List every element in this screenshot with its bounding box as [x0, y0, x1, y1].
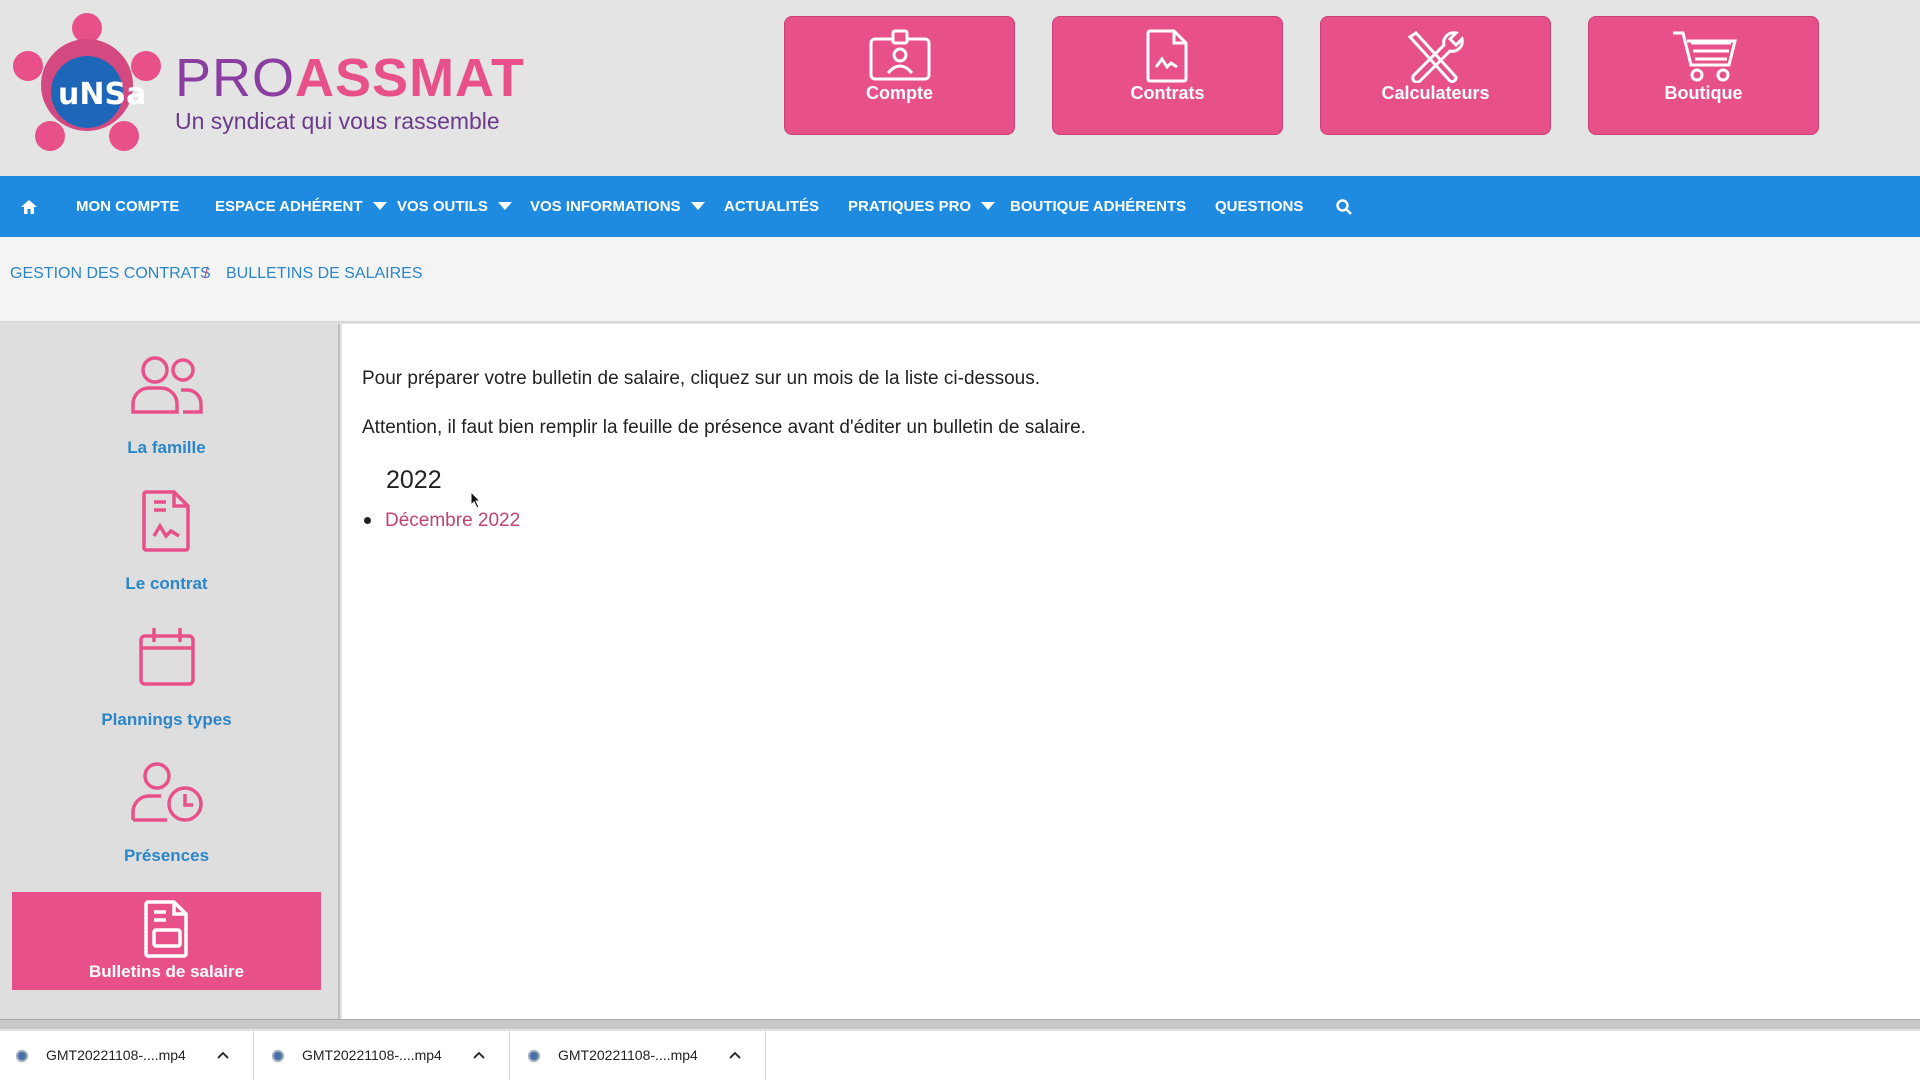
sidebar-item-famille[interactable]: La famille — [12, 350, 321, 457]
brand-assmat: ASSMAT — [295, 48, 526, 108]
nav-questions[interactable]: QUESTIONS — [1215, 176, 1303, 237]
breadcrumb-bulletins-salaires[interactable]: BULLETINS DE SALAIRES — [226, 265, 423, 283]
nav-espace-adherent[interactable]: ESPACE ADHÉRENT — [215, 176, 387, 237]
chevron-down-icon — [690, 202, 705, 211]
video-file-icon — [528, 1050, 540, 1062]
download-item[interactable]: GMT20221108-....mp4 — [0, 1031, 254, 1080]
sidebar-item-contrat[interactable]: Le contrat — [12, 486, 321, 593]
nav-vos-outils-label: VOS OUTILS — [397, 198, 488, 215]
sidebar-item-presences[interactable]: Présences — [12, 758, 321, 865]
horizontal-scrollbar[interactable] — [0, 1019, 1920, 1029]
nav-actualites-label: ACTUALITÉS — [724, 198, 819, 215]
brand-tagline: Un syndicat qui vous rassemble — [175, 108, 500, 134]
sidebar-item-famille-label: La famille — [127, 438, 206, 457]
main-navbar: MON COMPTE ESPACE ADHÉRENT VOS OUTILS VO… — [0, 176, 1920, 237]
brand: PROASSMAT Un syndicat qui vous rassemble — [175, 50, 525, 135]
breadcrumb: GESTION DES CONTRATS / BULLETINS DE SALA… — [0, 237, 1920, 323]
contract-document-icon — [1146, 29, 1187, 83]
tools-icon — [1407, 31, 1464, 83]
sidebar-item-plannings[interactable]: Plannings types — [12, 622, 321, 729]
calendar-icon — [138, 628, 195, 686]
breadcrumb-separator: / — [204, 265, 209, 282]
breadcrumb-gestion-contrats[interactable]: GESTION DES CONTRATS — [10, 265, 211, 283]
account-button[interactable]: Compte — [784, 16, 1015, 135]
id-badge-icon — [869, 29, 930, 81]
download-filename: GMT20221108-....mp4 — [302, 1047, 442, 1063]
downloads-bar: GMT20221108-....mp4 GMT20221108-....mp4 … — [0, 1030, 1920, 1080]
nav-questions-label: QUESTIONS — [1215, 198, 1304, 215]
sidebar-item-bulletins-label: Bulletins de salaire — [89, 962, 244, 981]
sidebar-item-presences-label: Présences — [123, 846, 210, 865]
nav-vos-informations-label: VOS INFORMATIONS — [530, 198, 681, 215]
payslip-icon — [143, 900, 188, 958]
chevron-up-icon[interactable] — [472, 1045, 486, 1065]
chevron-down-icon — [372, 202, 387, 211]
contracts-button[interactable]: Contrats — [1052, 16, 1283, 135]
nav-boutique-adherents[interactable]: BOUTIQUE ADHÉRENTS — [1010, 176, 1186, 237]
month-link-decembre-2022[interactable]: Décembre 2022 — [385, 510, 520, 531]
nav-vos-informations[interactable]: VOS INFORMATIONS — [530, 176, 705, 237]
intro-text: Pour préparer votre bulletin de salaire,… — [362, 368, 1040, 389]
download-item[interactable]: GMT20221108-....mp4 — [256, 1031, 510, 1080]
home-icon[interactable] — [20, 176, 38, 237]
cart-icon — [1672, 31, 1737, 82]
nav-pratiques-pro-label: PRATIQUES PRO — [848, 198, 972, 215]
sidebar-item-contrat-label: Le contrat — [125, 574, 208, 593]
main-content: Pour préparer votre bulletin de salaire,… — [342, 324, 1920, 1019]
shop-button-label: Boutique — [1664, 83, 1743, 103]
brand-pro: PRO — [175, 48, 296, 108]
chevron-up-icon[interactable] — [728, 1045, 742, 1065]
video-file-icon — [16, 1050, 28, 1062]
attendance-clock-icon — [130, 762, 203, 822]
nav-actualites[interactable]: ACTUALITÉS — [724, 176, 819, 237]
family-icon — [130, 356, 203, 414]
search-icon[interactable] — [1336, 176, 1352, 237]
shop-button[interactable]: Boutique — [1588, 16, 1819, 135]
logo-text: uNSa — [58, 77, 146, 112]
chevron-up-icon[interactable] — [216, 1045, 230, 1065]
month-list: Décembre 2022 — [364, 510, 520, 532]
year-heading: 2022 — [386, 466, 442, 494]
account-button-label: Compte — [866, 83, 933, 103]
contract-icon — [141, 490, 190, 552]
warning-text: Attention, il faut bien remplir la feuil… — [362, 417, 1086, 438]
unsa-logo[interactable]: uNSa — [6, 8, 168, 162]
calculators-button[interactable]: Calculateurs — [1320, 16, 1551, 135]
mouse-cursor-icon — [470, 490, 482, 514]
nav-vos-outils[interactable]: VOS OUTILS — [397, 176, 512, 237]
contract-sidebar: La famille Le contrat Plannings types Pr… — [0, 324, 340, 1019]
sidebar-item-plannings-label: Plannings types — [101, 710, 232, 729]
list-bullet — [364, 517, 371, 525]
nav-espace-adherent-label: ESPACE ADHÉRENT — [215, 198, 363, 215]
nav-pratiques-pro[interactable]: PRATIQUES PRO — [848, 176, 996, 237]
download-filename: GMT20221108-....mp4 — [46, 1047, 186, 1063]
nav-mon-compte[interactable]: MON COMPTE — [76, 176, 179, 237]
chevron-down-icon — [497, 202, 512, 211]
brand-name: PROASSMAT — [175, 50, 525, 106]
sidebar-item-bulletins[interactable]: Bulletins de salaire — [12, 892, 321, 990]
chevron-down-icon — [981, 202, 996, 211]
download-item[interactable]: GMT20221108-....mp4 — [512, 1031, 766, 1080]
contracts-button-label: Contrats — [1130, 83, 1205, 103]
nav-mon-compte-label: MON COMPTE — [76, 198, 180, 215]
video-file-icon — [272, 1050, 284, 1062]
site-header: uNSa PROASSMAT Un syndicat qui vous rass… — [0, 0, 1920, 176]
download-filename: GMT20221108-....mp4 — [558, 1047, 698, 1063]
calculators-button-label: Calculateurs — [1381, 83, 1490, 103]
nav-boutique-adherents-label: BOUTIQUE ADHÉRENTS — [1010, 198, 1187, 215]
